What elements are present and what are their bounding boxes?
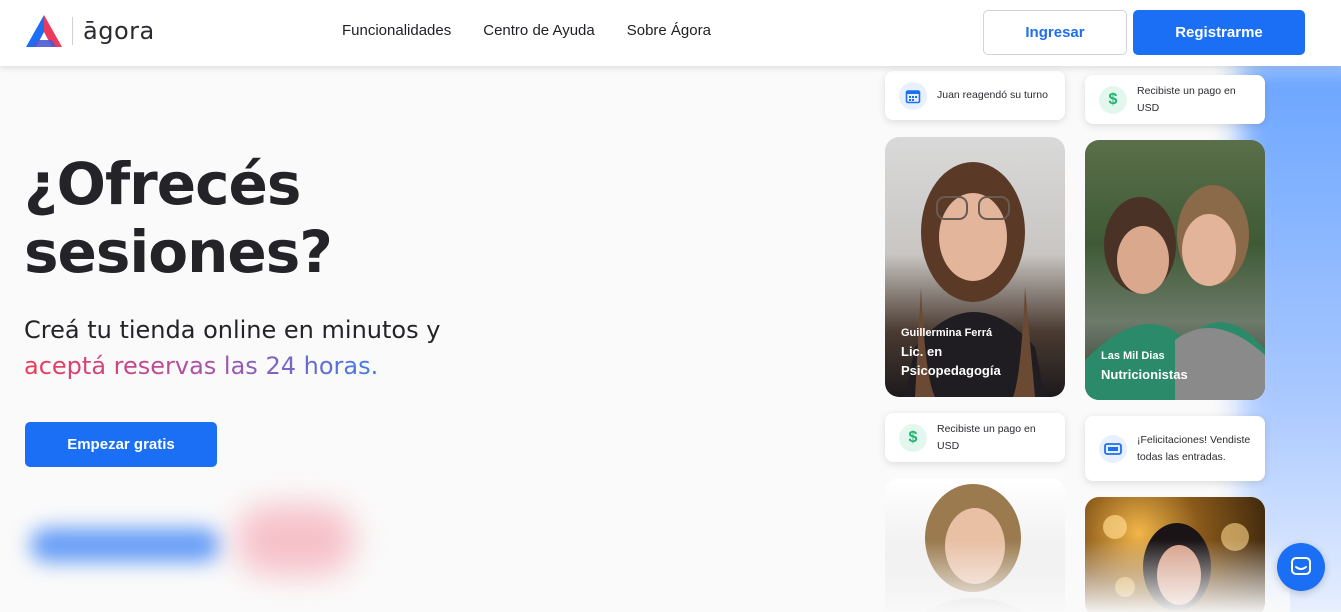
notification-card: ¡Felicitaciones! Vendiste todas las entr… bbox=[1085, 416, 1265, 481]
calendar-icon bbox=[899, 81, 927, 110]
hero-title-line2: sesiones? bbox=[24, 218, 333, 286]
hero-subtitle: Creá tu tienda online en minutos y acept… bbox=[24, 312, 440, 384]
dollar-icon: $ bbox=[899, 423, 927, 452]
logo-text: āgora bbox=[83, 17, 155, 45]
notification-text: Recibiste un pago en USD bbox=[937, 422, 1036, 452]
dollar-icon: $ bbox=[1099, 85, 1127, 114]
notification-card: $ Recibiste un pago en USD bbox=[1085, 75, 1265, 124]
profile-card[interactable]: Guillermina Ferrá Lic. en Psicopedagogía bbox=[885, 137, 1065, 397]
register-button[interactable]: Registrarme bbox=[1133, 10, 1305, 55]
agora-logo[interactable]: āgora bbox=[24, 13, 155, 49]
profile-role: Nutricionistas bbox=[1101, 367, 1188, 382]
start-free-button[interactable]: Empezar gratis bbox=[25, 422, 217, 467]
profile-role: Lic. en Psicopedagogía bbox=[901, 344, 1001, 378]
decorative-blur-red bbox=[235, 505, 355, 575]
ticket-icon bbox=[1099, 434, 1127, 463]
nav-sobre-agora[interactable]: Sobre Ágora bbox=[627, 22, 711, 39]
hero-subtitle-highlight: aceptá reservas las 24 horas. bbox=[24, 352, 379, 380]
hero-title: ¿Ofrecés sesiones? bbox=[24, 150, 333, 286]
profile-name: Guillermina Ferrá bbox=[901, 327, 993, 339]
notification-text: Juan reagendó su turno bbox=[937, 89, 1048, 101]
notification-text: Recibiste un pago en USD bbox=[1137, 84, 1236, 114]
logo-divider bbox=[72, 17, 73, 45]
notification-card: Juan reagendó su turno bbox=[885, 71, 1065, 120]
decorative-blur-blue bbox=[30, 528, 220, 562]
nav-funcionalidades[interactable]: Funcionalidades bbox=[342, 22, 451, 39]
chat-button[interactable] bbox=[1277, 543, 1325, 591]
notification-card: $ Recibiste un pago en USD bbox=[885, 413, 1065, 462]
profile-name: Las Mil Dias bbox=[1101, 350, 1165, 362]
profile-card[interactable]: Las Mil Dias Nutricionistas bbox=[1085, 140, 1265, 400]
login-button[interactable]: Ingresar bbox=[983, 10, 1127, 55]
main-nav: Funcionalidades Centro de Ayuda Sobre Ág… bbox=[342, 22, 711, 39]
hero-title-line1: ¿Ofrecés bbox=[24, 150, 301, 218]
chat-icon bbox=[1291, 557, 1311, 575]
notification-text: ¡Felicitaciones! Vendiste todas las entr… bbox=[1137, 433, 1251, 463]
bottom-fade bbox=[870, 540, 1290, 612]
site-header: āgora Funcionalidades Centro de Ayuda So… bbox=[0, 0, 1341, 66]
nav-centro-de-ayuda[interactable]: Centro de Ayuda bbox=[483, 22, 594, 39]
agora-logo-icon bbox=[26, 15, 62, 47]
hero-subtitle-line1: Creá tu tienda online en minutos y bbox=[24, 316, 441, 344]
